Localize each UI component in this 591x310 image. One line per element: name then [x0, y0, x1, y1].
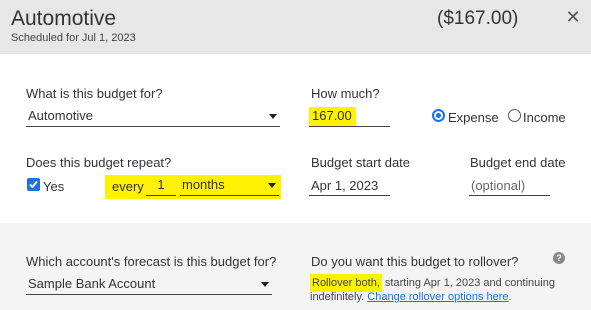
- close-icon[interactable]: ✕: [563, 7, 583, 27]
- income-radio[interactable]: [508, 109, 521, 122]
- account-label: Which account's forecast is this budget …: [26, 254, 277, 269]
- help-icon[interactable]: ?: [553, 252, 565, 264]
- schedule-subtitle: Scheduled for Jul 1, 2023: [11, 32, 136, 44]
- check-icon: [29, 180, 38, 189]
- chevron-down-icon: [269, 114, 277, 119]
- budget-title: Automotive: [11, 7, 117, 30]
- budget-for-select[interactable]: Automotive: [26, 107, 280, 127]
- repeat-checkbox[interactable]: [27, 178, 40, 191]
- chevron-down-icon: [261, 282, 269, 287]
- budget-for-label: What is this budget for?: [26, 86, 163, 101]
- budget-for-value: Automotive: [28, 108, 94, 123]
- amount-value: 167.00: [309, 107, 356, 126]
- how-much-label: How much?: [311, 86, 380, 101]
- expense-radio[interactable]: [432, 109, 445, 122]
- interval-value: 1: [157, 177, 165, 192]
- rollover-end: .: [508, 291, 512, 303]
- account-value: Sample Bank Account: [28, 276, 156, 291]
- rollover-highlight: Rollover both,: [310, 274, 382, 292]
- account-select[interactable]: Sample Bank Account: [26, 275, 272, 295]
- amount-input[interactable]: 167.00: [309, 107, 390, 127]
- modal-header: Automotive Scheduled for Jul 1, 2023 ($1…: [0, 0, 591, 54]
- interval-unit-value: months: [182, 177, 225, 192]
- income-label: Income: [523, 110, 566, 125]
- interval-input[interactable]: 1: [146, 176, 176, 196]
- start-date-label: Budget start date: [311, 155, 411, 170]
- expense-label: Expense: [448, 110, 499, 125]
- end-date-label: Budget end date: [470, 155, 566, 170]
- rollover-description: Rollover both, starting Apr 1, 2023 and …: [310, 274, 575, 304]
- repeat-yes-label: Yes: [43, 179, 65, 194]
- start-date-value: Apr 1, 2023: [311, 178, 379, 193]
- chevron-down-icon: [268, 183, 276, 188]
- repeat-label: Does this budget repeat?: [26, 155, 172, 170]
- every-label: every: [112, 179, 144, 194]
- start-date-input[interactable]: Apr 1, 2023: [309, 176, 390, 196]
- interval-unit-select[interactable]: months: [180, 176, 279, 196]
- change-rollover-link[interactable]: Change rollover options here: [367, 291, 508, 303]
- budget-amount: ($167.00): [437, 8, 519, 29]
- end-date-placeholder: (optional): [471, 178, 526, 193]
- rollover-label: Do you want this budget to rollover?: [311, 254, 519, 269]
- end-date-input[interactable]: (optional): [469, 176, 550, 196]
